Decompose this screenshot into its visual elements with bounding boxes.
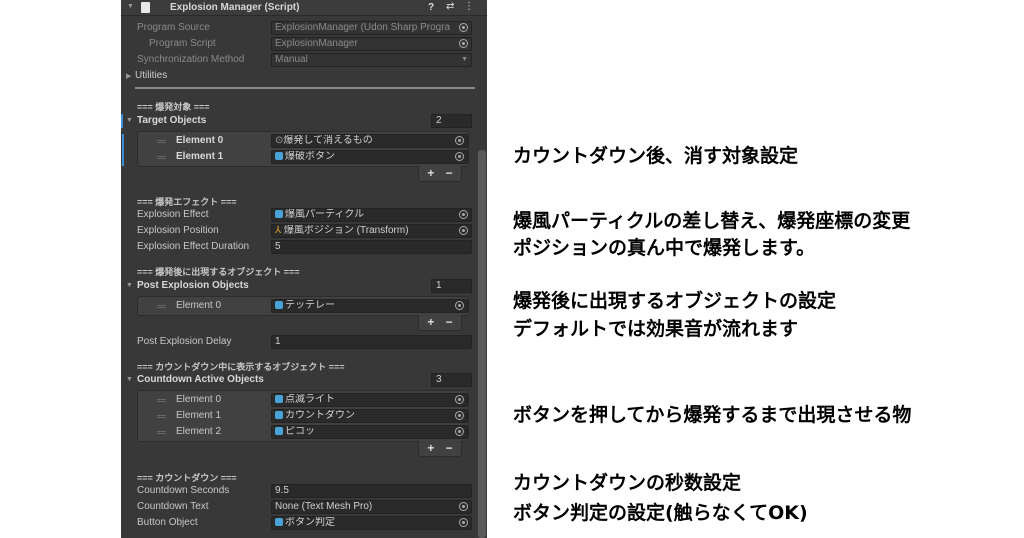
object-picker-icon[interactable] [459,210,468,219]
object-picker-icon[interactable] [455,395,464,404]
element-label: Element 0 [176,135,224,146]
post-explosion-list: Element 0 テッテレー [137,296,469,316]
component-title: Explosion Manager (Script) [170,2,300,13]
target-objects-list: Element 0 ⊙爆発して消えるもの Element 1 爆破ボタン [122,131,469,167]
cube-icon [275,518,283,526]
explosion-position-field[interactable]: ⅄ 爆風ポジション (Transform) [271,224,472,238]
section-header-target: === 爆発対象 === [137,102,210,112]
cube-icon [275,395,283,403]
object-picker-icon[interactable] [459,518,468,527]
object-picker-icon[interactable] [459,39,468,48]
foldout-arrow-icon[interactable]: ▼ [126,376,133,383]
object-picker-icon[interactable] [459,502,468,511]
program-source-field[interactable]: ExplosionManager (Udon Sharp Progra [271,21,472,35]
element-field[interactable]: カウントダウン [271,409,468,423]
post-explosion-delay-label: Post Explosion Delay [137,336,232,347]
countdown-active-objects-label[interactable]: Countdown Active Objects [137,372,264,388]
object-picker-icon[interactable] [455,136,464,145]
button-object-field[interactable]: ボタン判定 [271,516,472,530]
program-source-label: Program Source [137,22,210,33]
add-remove-buttons[interactable]: + − [418,315,462,331]
explosion-effect-field[interactable]: 爆風パーティクル [271,208,472,222]
cube-icon [275,152,283,160]
element-label: Element 1 [176,151,224,162]
post-explosion-objects-size[interactable]: 1 [431,279,472,293]
utilities-foldout[interactable]: Utilities [135,68,167,84]
cube-icon [275,427,283,435]
countdown-text-field[interactable]: None (Text Mesh Pro) [271,500,472,514]
element-field[interactable]: 点滅ライト [271,393,468,407]
section-header-post: === 爆発後に出現するオブジェクト === [137,267,300,277]
drag-handle-icon[interactable] [157,140,166,143]
annotation: デフォルトでは効果音が流れます [513,318,799,340]
element-field[interactable]: ⊙爆発して消えるもの [271,134,468,148]
more-menu-icon[interactable]: ⋮ [464,1,474,12]
annotation: 爆風パーティクルの差し替え、爆発座標の変更 [513,210,911,232]
element-label: Element 2 [176,426,222,437]
foldout-arrow-icon[interactable]: ▼ [126,117,133,124]
effect-duration-label: Explosion Effect Duration [137,241,250,252]
chevron-down-icon: ▼ [461,56,468,63]
countdown-active-objects-size[interactable]: 3 [431,373,472,387]
annotation: 爆発後に出現するオブジェクトの設定 [513,290,837,312]
add-remove-buttons[interactable]: + − [418,441,462,457]
button-object-label: Button Object [137,517,198,528]
post-explosion-delay-input[interactable]: 1 [271,335,472,349]
drag-handle-icon[interactable] [157,305,166,308]
foldout-arrow-icon[interactable]: ▼ [127,3,134,10]
object-picker-icon[interactable] [455,427,464,436]
cube-icon [275,301,283,309]
object-picker-icon[interactable] [455,152,464,161]
sync-method-label: Synchronization Method [137,54,245,65]
drag-handle-icon[interactable] [157,415,166,418]
preset-icon[interactable]: ⇄ [446,1,454,12]
program-script-label: Program Script [149,38,216,49]
component-header[interactable]: ▼ Explosion Manager (Script) ? ⇄ ⋮ [121,0,487,16]
foldout-arrow-icon[interactable]: ▶ [126,72,131,80]
add-remove-buttons[interactable]: + − [418,166,462,182]
target-objects-label[interactable]: Target Objects [137,113,206,129]
sync-method-dropdown[interactable]: Manual ▼ [271,53,472,67]
annotation: カウントダウン後、消す対象設定 [513,145,799,167]
foldout-arrow-icon[interactable]: ▼ [126,282,133,289]
cube-icon [275,210,283,218]
transform-icon: ⅄ [275,225,284,236]
object-picker-icon[interactable] [459,23,468,32]
element-label: Element 1 [176,410,222,421]
countdown-seconds-input[interactable]: 9.5 [271,484,472,498]
inspector-panel: ▼ Explosion Manager (Script) ? ⇄ ⋮ Progr… [121,0,487,538]
target-objects-size[interactable]: 2 [431,114,472,128]
drag-handle-icon[interactable] [157,399,166,402]
program-script-field[interactable]: ExplosionManager [271,37,472,51]
divider [135,87,475,89]
annotation: カウントダウンの秒数設定 [513,472,742,494]
object-picker-icon[interactable] [459,226,468,235]
explosion-position-label: Explosion Position [137,225,219,236]
element-field[interactable]: テッテレー [271,299,468,313]
effect-duration-input[interactable]: 5 [271,240,472,254]
modified-indicator [121,114,123,128]
annotation: ポジションの真ん中で爆発します。 [513,237,816,259]
element-field[interactable]: 爆破ボタン [271,150,468,164]
countdown-objects-list: Element 0 点滅ライト Element 1 カウントダウン Elemen… [137,390,469,442]
element-label: Element 0 [176,394,222,405]
element-field[interactable]: ピコッ [271,425,468,439]
help-icon[interactable]: ? [428,2,434,13]
explosion-effect-label: Explosion Effect [137,209,209,220]
annotation: ボタン判定の設定(触らなくてOK) [513,502,808,524]
drag-handle-icon[interactable] [157,431,166,434]
object-picker-icon[interactable] [455,301,464,310]
post-explosion-objects-label[interactable]: Post Explosion Objects [137,278,249,294]
element-label: Element 0 [176,300,222,311]
modified-indicator [122,134,124,166]
object-picker-icon[interactable] [455,411,464,420]
drag-handle-icon[interactable] [157,156,166,159]
countdown-text-label: Countdown Text [137,501,209,512]
annotation: ボタンを押してから爆発するまで出現させる物 [513,404,912,426]
script-icon [141,2,150,13]
scrollbar[interactable] [478,150,486,538]
countdown-seconds-label: Countdown Seconds [137,485,230,496]
cube-icon [275,411,283,419]
